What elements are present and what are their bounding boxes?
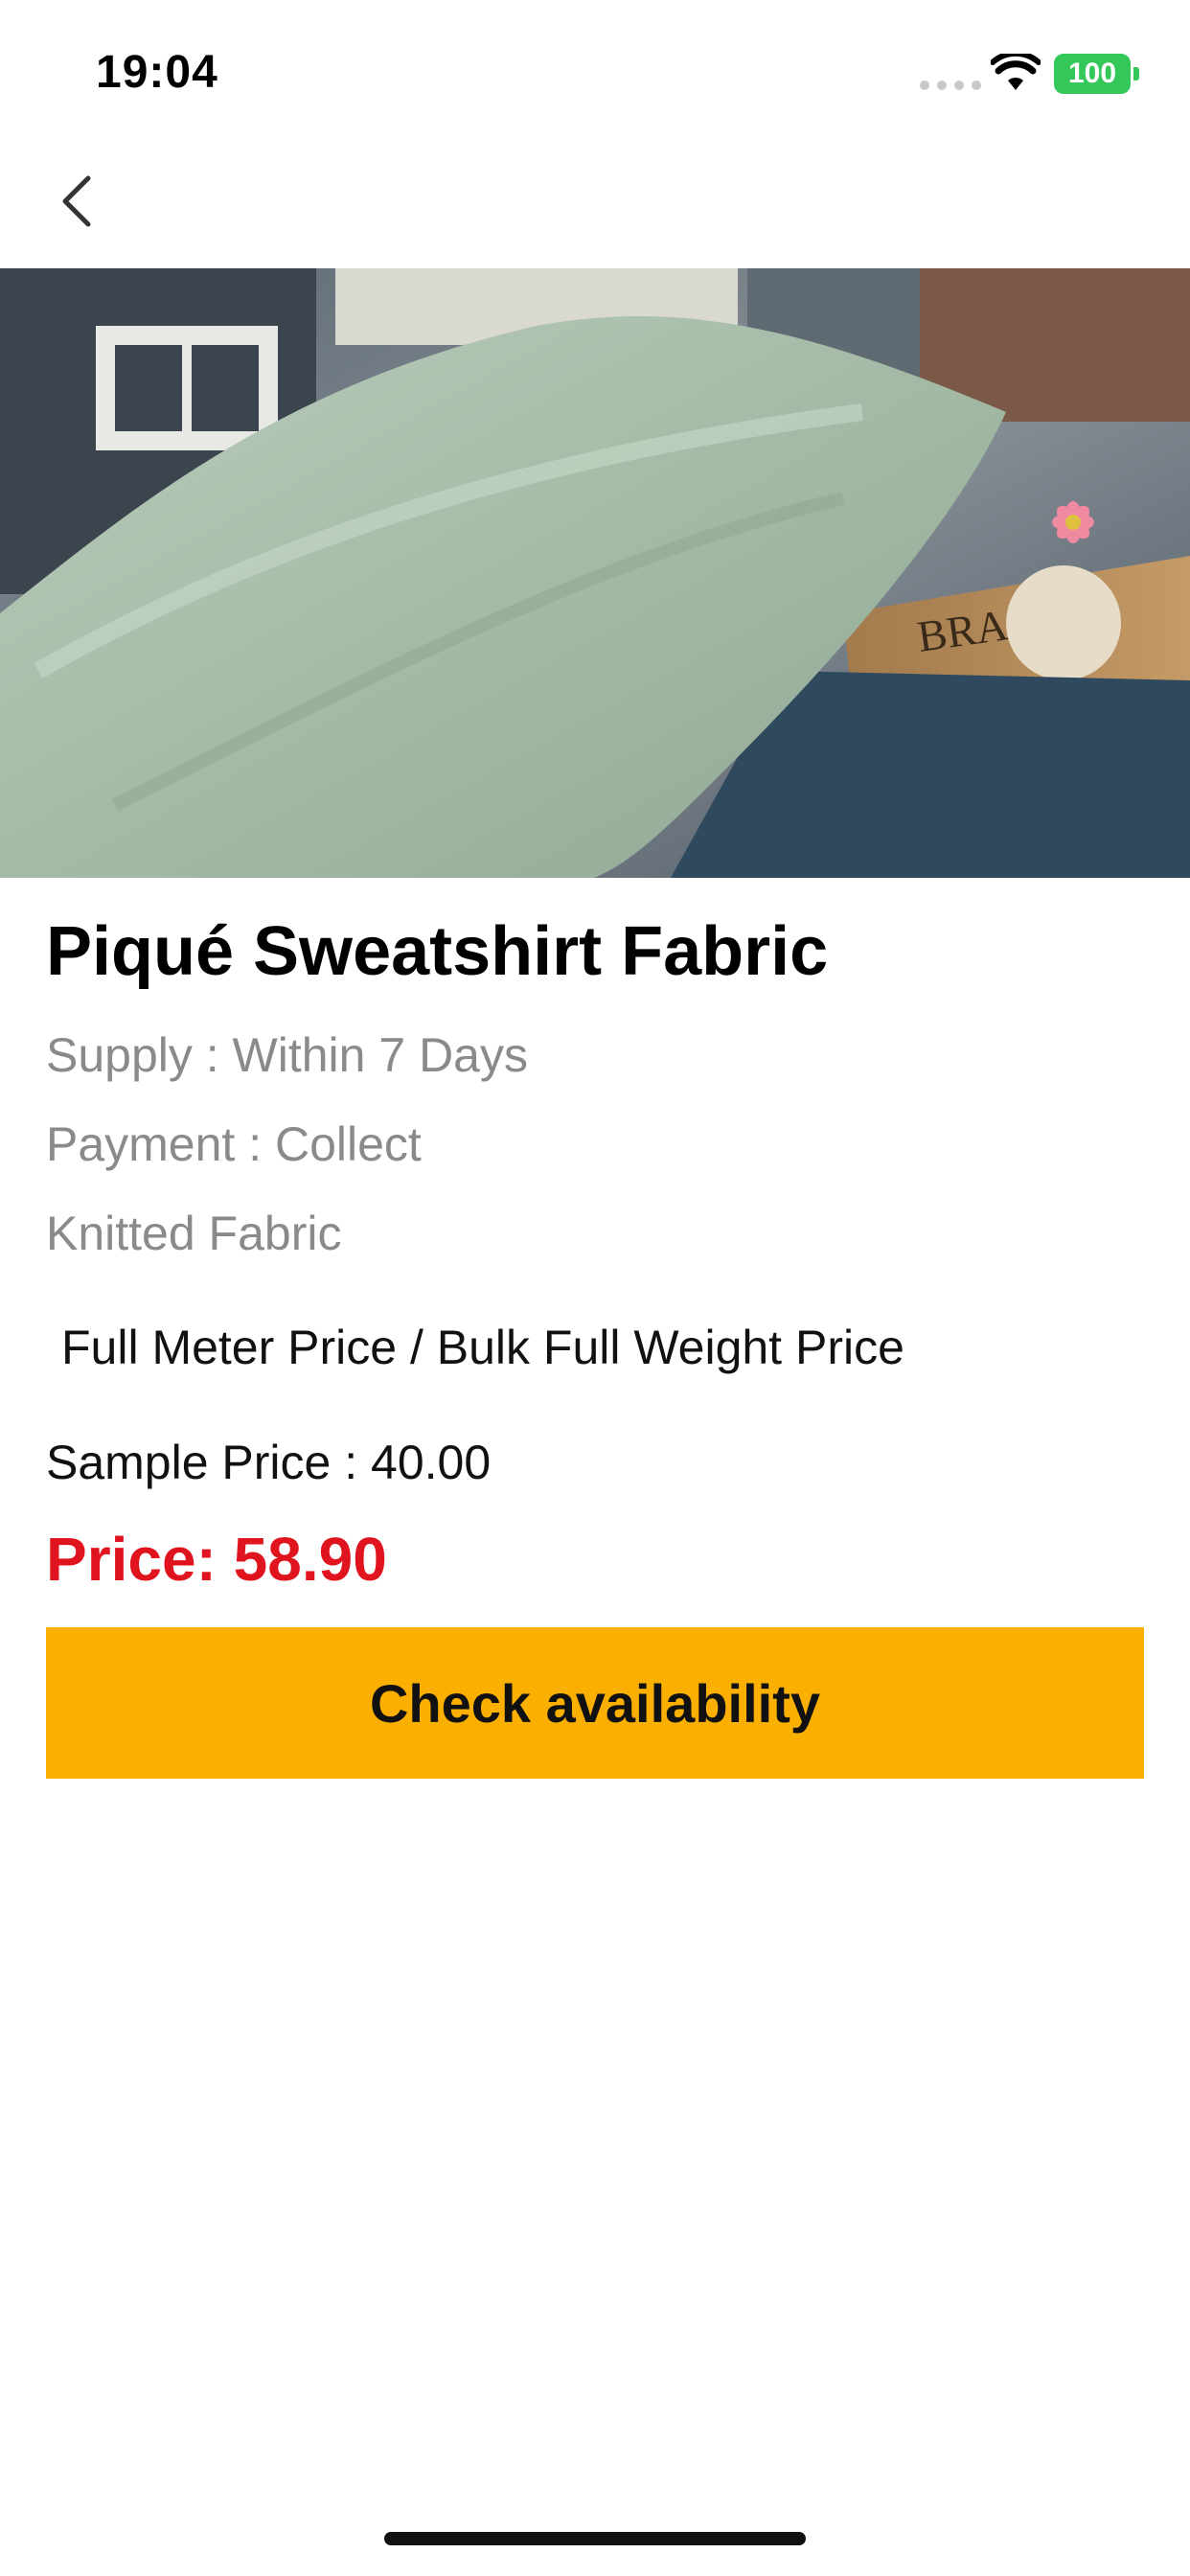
home-indicator[interactable] <box>384 2532 806 2545</box>
wifi-icon <box>991 54 1041 90</box>
price-type-label: Full Meter Price / Bulk Full Weight Pric… <box>61 1321 904 1374</box>
battery-cap <box>1133 67 1139 80</box>
payment-info: Payment : Collect <box>46 1117 422 1171</box>
status-time: 19:04 <box>96 47 218 98</box>
supply-info: Supply : Within 7 Days <box>46 1028 528 1082</box>
product-title: Piqué Sweatshirt Fabric <box>46 913 829 990</box>
fabric-category: Knitted Fabric <box>46 1207 342 1260</box>
product-image-carousel[interactable]: BRASIL <box>0 268 1190 878</box>
product-detail-screen: 19:04 100 BRASIL Piqué Sweatshirt Fabric… <box>0 0 1190 2576</box>
cellular-signal-icon <box>920 80 981 90</box>
battery-indicator: 100 <box>1054 54 1131 94</box>
product-price: Price: 58.90 <box>46 1525 387 1594</box>
status-bar: 19:04 100 <box>0 0 1190 144</box>
check-availability-button[interactable]: Check availability <box>46 1627 1144 1779</box>
sample-price: Sample Price : 40.00 <box>46 1436 492 1489</box>
chevron-left-icon <box>62 175 91 227</box>
product-image: BRASIL <box>0 268 1190 878</box>
back-button[interactable] <box>38 163 115 240</box>
